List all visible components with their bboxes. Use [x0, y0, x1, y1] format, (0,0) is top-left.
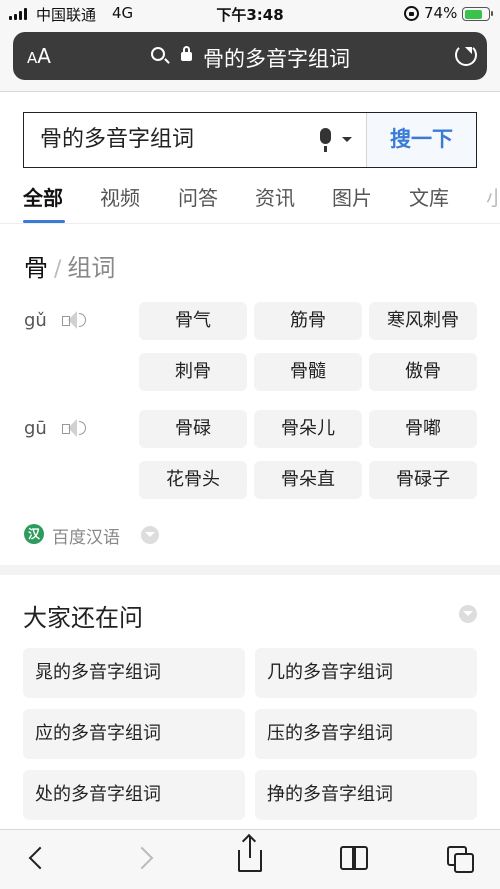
search-query: 骨的多音字组词 — [40, 127, 195, 152]
word-chip[interactable]: 骨碌子 — [369, 461, 477, 499]
tab-qa[interactable]: 问答 — [178, 182, 218, 211]
speaker-icon[interactable] — [62, 310, 86, 330]
chevron-down-icon[interactable] — [459, 605, 477, 623]
text-size-big-label: A — [37, 44, 51, 68]
search-button[interactable]: 搜一下 — [366, 113, 476, 167]
address-bar[interactable]: AA 骨的多音字组词 — [13, 32, 487, 80]
search-box: 骨的多音字组词 搜一下 — [23, 112, 477, 168]
tab-more[interactable]: 小 — [486, 182, 500, 211]
related-item[interactable]: 几的多音字组词 — [255, 648, 477, 698]
related-item[interactable]: 挣的多音字组词 — [255, 770, 477, 820]
word-chip[interactable]: 骨朵儿 — [254, 410, 362, 448]
search-input[interactable]: 骨的多音字组词 — [24, 113, 366, 167]
section-divider — [0, 565, 500, 575]
address-text[interactable]: 骨的多音字组词 — [203, 43, 350, 73]
microphone-icon[interactable] — [320, 128, 331, 152]
word-chip[interactable]: 花骨头 — [139, 461, 247, 499]
text-size-button[interactable]: AA — [27, 44, 51, 68]
dictionary-subtitle: 组词 — [67, 254, 116, 282]
dictionary-title: 骨 / 组词 — [24, 248, 115, 283]
text-size-small-label: A — [27, 49, 38, 67]
word-chip[interactable]: 刺骨 — [139, 353, 247, 391]
word-chip[interactable]: 傲骨 — [369, 353, 477, 391]
word-chip[interactable]: 筋骨 — [254, 302, 362, 340]
word-chip[interactable]: 寒风刺骨 — [369, 302, 477, 340]
chevron-right-icon[interactable] — [130, 846, 154, 870]
word-chip[interactable]: 骨髓 — [254, 353, 362, 391]
chevron-down-icon[interactable] — [141, 526, 159, 544]
lock-icon — [181, 46, 192, 61]
book-icon[interactable] — [340, 846, 370, 870]
active-tab-indicator — [23, 220, 65, 223]
battery-percent: 74% — [424, 4, 458, 22]
result-tabs: 全部 视频 问答 资讯 图片 文库 小 — [0, 178, 500, 224]
word-chip[interactable]: 骨气 — [139, 302, 247, 340]
word-chip[interactable]: 骨朵直 — [254, 461, 362, 499]
tabs-icon[interactable] — [447, 846, 475, 874]
baidu-hanyu-logo: 汉 — [24, 524, 44, 544]
related-item[interactable]: 晁的多音字组词 — [23, 648, 245, 698]
speaker-icon[interactable] — [62, 418, 86, 438]
title-separator: / — [54, 257, 62, 282]
pinyin-reading: gǔ — [24, 310, 47, 331]
tab-all[interactable]: 全部 — [23, 182, 63, 211]
related-item[interactable]: 压的多音字组词 — [255, 709, 477, 759]
related-item[interactable]: 应的多音字组词 — [23, 709, 245, 759]
word-chip[interactable]: 骨碌 — [139, 410, 247, 448]
dictionary-char: 骨 — [24, 254, 48, 282]
tab-news[interactable]: 资讯 — [255, 182, 295, 211]
search-icon — [151, 47, 165, 61]
orientation-lock-icon — [404, 6, 419, 21]
reload-icon[interactable] — [455, 44, 477, 66]
word-chip[interactable]: 骨嘟 — [369, 410, 477, 448]
tab-images[interactable]: 图片 — [332, 182, 372, 211]
battery-icon — [462, 7, 493, 21]
share-icon[interactable] — [238, 836, 262, 872]
tab-library[interactable]: 文库 — [409, 182, 449, 211]
browser-toolbar — [0, 829, 500, 889]
source-label[interactable]: 百度汉语 — [52, 523, 120, 548]
tab-video[interactable]: 视频 — [100, 182, 140, 211]
status-bar: 中国联通 4G 下午3:48 74% — [0, 0, 500, 28]
related-title: 大家还在问 — [23, 604, 143, 632]
related-item[interactable]: 处的多音字组词 — [23, 770, 245, 820]
battery-level — [464, 9, 482, 19]
chevron-left-icon[interactable] — [28, 846, 52, 870]
chevron-down-icon[interactable] — [342, 137, 352, 147]
pinyin-reading: gū — [24, 418, 47, 439]
browser-address-area: AA 骨的多音字组词 — [0, 28, 500, 92]
